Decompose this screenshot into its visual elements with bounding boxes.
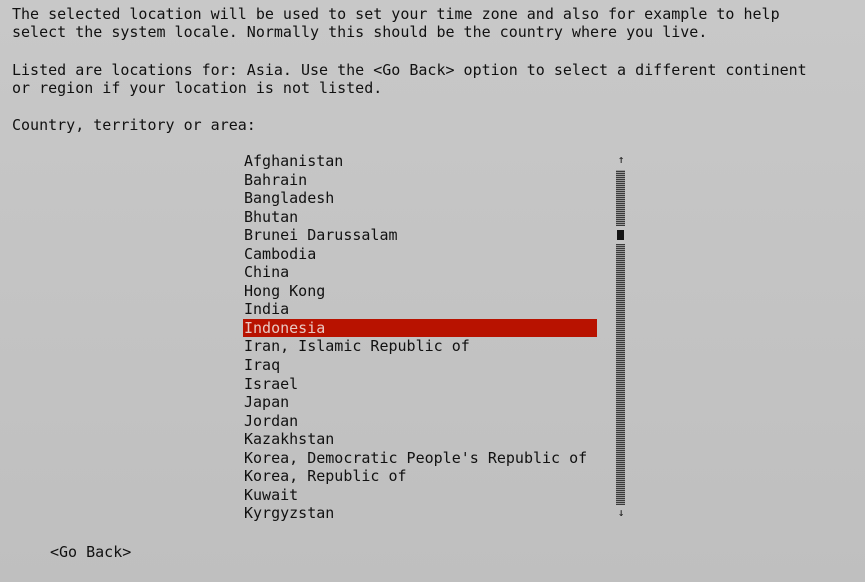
country-prompt-label: Country, territory or area: <box>12 116 256 134</box>
scrollbar-thumb[interactable] <box>617 230 624 240</box>
country-list-item[interactable]: Kyrgyzstan <box>243 504 597 523</box>
scroll-up-arrow-icon[interactable]: ↑ <box>614 153 628 167</box>
country-list-item[interactable]: Korea, Republic of <box>243 467 597 486</box>
country-list-item-selected[interactable]: Indonesia <box>243 318 597 338</box>
country-list-item[interactable]: Brunei Darussalam <box>243 226 597 245</box>
scrollbar-track-upper[interactable] <box>616 170 625 226</box>
country-list-item[interactable]: Bahrain <box>243 171 597 190</box>
country-list-item[interactable]: Afghanistan <box>243 152 597 171</box>
go-back-button[interactable]: <Go Back> <box>50 543 131 561</box>
intro-text-line-2: select the system locale. Normally this … <box>12 23 708 41</box>
country-list-item[interactable]: Bhutan <box>243 208 597 227</box>
country-list-item[interactable]: Hong Kong <box>243 282 597 301</box>
country-list-item[interactable]: Cambodia <box>243 245 597 264</box>
scrollbar-track-lower[interactable] <box>616 244 625 505</box>
country-list-item[interactable]: Israel <box>243 375 597 394</box>
country-list-item[interactable]: Kuwait <box>243 486 597 505</box>
country-list-item[interactable]: China <box>243 263 597 282</box>
intro-text-line-3: Listed are locations for: Asia. Use the … <box>12 61 807 79</box>
intro-text-line-1: The selected location will be used to se… <box>12 5 780 23</box>
country-list[interactable]: Afghanistan Bahrain Bangladesh Bhutan Brunei… <box>243 152 597 523</box>
country-list-item[interactable]: Bangladesh <box>243 189 597 208</box>
scroll-down-arrow-icon[interactable]: ↓ <box>614 506 628 520</box>
country-list-item[interactable]: Japan <box>243 393 597 412</box>
intro-text-line-4: or region if your location is not listed… <box>12 79 383 97</box>
country-list-item[interactable]: Korea, Democratic People's Republic of <box>243 449 597 468</box>
country-list-item[interactable]: Iraq <box>243 356 597 375</box>
installer-screen: The selected location will be used to se… <box>0 0 865 582</box>
country-list-item[interactable]: India <box>243 300 597 319</box>
country-list-item[interactable]: Jordan <box>243 412 597 431</box>
country-list-scrollbar[interactable]: ↑ ↓ <box>614 152 628 520</box>
country-list-item[interactable]: Iran, Islamic Republic of <box>243 337 597 356</box>
country-list-item[interactable]: Kazakhstan <box>243 430 597 449</box>
